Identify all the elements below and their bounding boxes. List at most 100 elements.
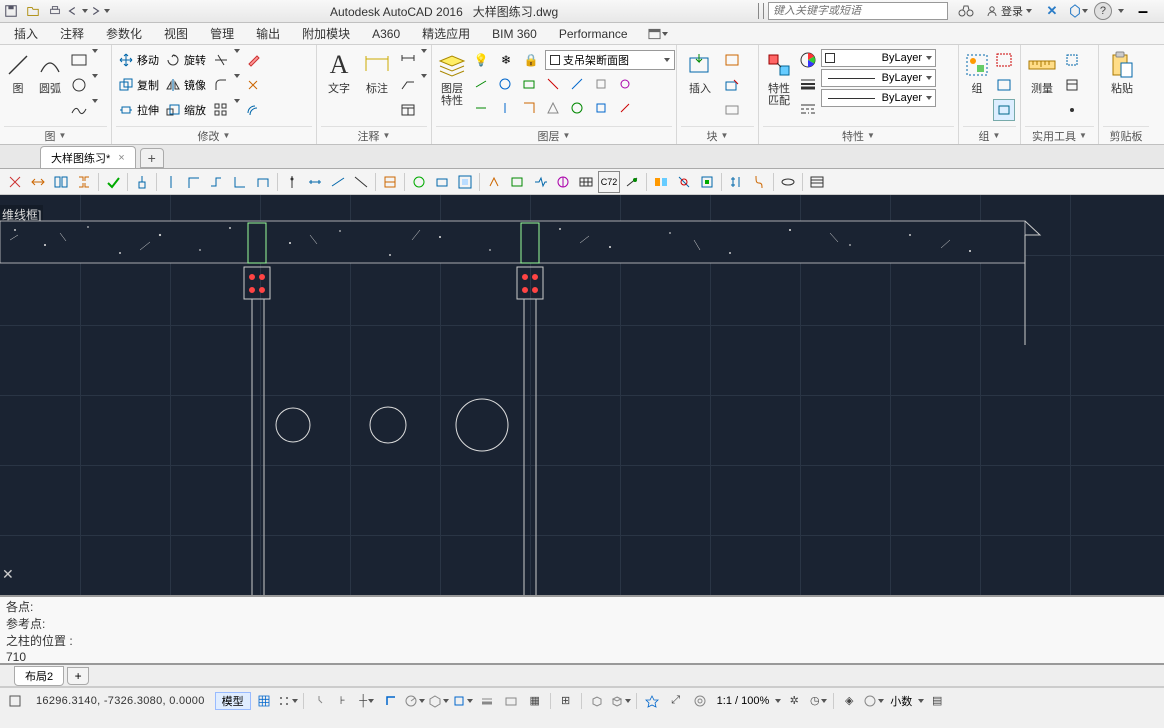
qat-redo-icon[interactable] xyxy=(88,1,110,21)
panel-block-expand[interactable]: 块▼ xyxy=(681,126,754,144)
layer-dropdown[interactable]: 支吊架断面图 xyxy=(545,50,675,70)
tb-icon-17[interactable] xyxy=(408,171,430,193)
ann-icon2[interactable]: ⤢ xyxy=(665,691,687,711)
layer-tool1-icon[interactable] xyxy=(470,73,492,95)
ribbon-min-icon[interactable] xyxy=(648,25,668,43)
color-wheel-icon[interactable] xyxy=(797,49,819,71)
tb-icon-25[interactable]: C72 xyxy=(598,171,620,193)
circle-icon[interactable] xyxy=(68,74,90,96)
ann-icon3[interactable] xyxy=(689,691,711,711)
panel-utils-expand[interactable]: 实用工具▼ xyxy=(1025,126,1094,144)
exchange-apps-icon[interactable] xyxy=(1068,2,1088,20)
3d-icon1[interactable] xyxy=(586,691,608,711)
snap-icon[interactable] xyxy=(308,691,330,711)
panel-modify-expand[interactable]: 修改▼ xyxy=(116,126,312,144)
tb-icon-29[interactable] xyxy=(696,171,718,193)
login-button[interactable]: 登录 xyxy=(982,3,1036,19)
command-window[interactable]: 各点: 参考点: 之柱的位置 : 710 xyxy=(0,595,1164,665)
menu-view[interactable]: 视图 xyxy=(154,23,198,44)
menu-output[interactable]: 输出 xyxy=(246,23,290,44)
dyn-icon[interactable]: ┼ xyxy=(356,691,378,711)
table-icon[interactable] xyxy=(397,99,419,121)
minimize-button[interactable]: – xyxy=(1130,1,1156,22)
color-select[interactable]: ByLayer xyxy=(821,49,936,67)
move-button[interactable]: 移动 xyxy=(116,49,161,71)
layer-tool3-icon[interactable] xyxy=(518,73,540,95)
layer-tool13-icon[interactable] xyxy=(590,97,612,119)
layer-tool14-icon[interactable] xyxy=(614,97,636,119)
menu-annotate[interactable]: 注释 xyxy=(50,23,94,44)
scale-button[interactable]: 缩放 xyxy=(163,99,208,121)
search-input[interactable] xyxy=(768,2,948,20)
tb-icon-18[interactable] xyxy=(431,171,453,193)
polar-icon[interactable] xyxy=(404,691,426,711)
stretch-button[interactable]: 拉伸 xyxy=(116,99,161,121)
tb-icon-31[interactable] xyxy=(748,171,770,193)
tb-icon-10[interactable] xyxy=(229,171,251,193)
explode-icon[interactable] xyxy=(242,74,264,96)
panel-draw-expand[interactable]: 图▼ xyxy=(4,126,107,144)
infer-icon[interactable]: ⊦ xyxy=(332,691,354,711)
tb-icon-5[interactable] xyxy=(102,171,124,193)
tb-icon-6[interactable] xyxy=(131,171,153,193)
sb-end-icon[interactable]: ▤ xyxy=(926,691,948,711)
panel-props-expand[interactable]: 特性▼ xyxy=(763,126,954,144)
close-tab-icon[interactable]: × xyxy=(118,152,124,164)
tb-icon-2[interactable] xyxy=(27,171,49,193)
select-icon[interactable] xyxy=(1061,49,1083,71)
sb-model-icon[interactable] xyxy=(4,691,26,711)
tb-icon-20[interactable] xyxy=(483,171,505,193)
menu-performance[interactable]: Performance xyxy=(549,25,638,43)
tb-icon-27[interactable] xyxy=(650,171,672,193)
tb-icon-11[interactable] xyxy=(252,171,274,193)
menu-a360[interactable]: A360 xyxy=(362,25,410,43)
line-button[interactable]: 图 xyxy=(4,49,32,95)
quickcalc-icon[interactable] xyxy=(1061,74,1083,96)
add-layout-button[interactable]: + xyxy=(67,667,89,685)
qat-undo-icon[interactable] xyxy=(66,1,88,21)
tb-icon-3[interactable] xyxy=(50,171,72,193)
tb-icon-26[interactable] xyxy=(621,171,643,193)
tb-icon-1[interactable] xyxy=(4,171,26,193)
gear-icon[interactable]: ✲ xyxy=(783,691,805,711)
perf-icon[interactable]: ◷ xyxy=(807,691,829,711)
layer-tool5-icon[interactable] xyxy=(566,73,588,95)
menu-addins[interactable]: 附加模块 xyxy=(292,23,360,44)
zoom-level[interactable]: 1:1 / 100% xyxy=(713,695,774,707)
leader-icon[interactable] xyxy=(397,74,419,96)
iso-view-icon[interactable]: ◈ xyxy=(838,691,860,711)
tb-icon-16[interactable] xyxy=(379,171,401,193)
tb-icon-32[interactable] xyxy=(777,171,799,193)
offset-icon[interactable] xyxy=(242,99,264,121)
tb-icon-28[interactable] xyxy=(673,171,695,193)
array-icon[interactable] xyxy=(210,99,232,121)
osnap-icon[interactable] xyxy=(452,691,474,711)
layer-tool8-icon[interactable] xyxy=(470,97,492,119)
menu-insert[interactable]: 插入 xyxy=(4,23,48,44)
panel-annotate-expand[interactable]: 注释▼ xyxy=(321,126,427,144)
mirror-button[interactable]: 镜像 xyxy=(163,74,208,96)
close-x-icon[interactable]: ✕ xyxy=(2,566,14,583)
layer-tool7-icon[interactable] xyxy=(614,73,636,95)
lineweight-icon[interactable] xyxy=(797,73,819,95)
exchange-x-icon[interactable]: ✕ xyxy=(1042,2,1062,20)
tb-icon-23[interactable] xyxy=(552,171,574,193)
menu-manage[interactable]: 管理 xyxy=(200,23,244,44)
rotate-button[interactable]: 旋转 xyxy=(163,49,208,71)
trim-icon[interactable] xyxy=(210,49,232,71)
paste-button[interactable]: 粘贴 xyxy=(1103,49,1141,95)
layer-bulb-icon[interactable]: 💡 xyxy=(470,49,492,71)
tb-icon-30[interactable] xyxy=(725,171,747,193)
3d-icon2[interactable] xyxy=(610,691,632,711)
measure-button[interactable]: 测量 xyxy=(1025,49,1059,95)
layer-tool6-icon[interactable] xyxy=(590,73,612,95)
qat-save-icon[interactable] xyxy=(0,1,22,21)
tb-icon-15[interactable] xyxy=(350,171,372,193)
tb-icon-19[interactable] xyxy=(454,171,476,193)
qp-icon[interactable]: ▦ xyxy=(524,691,546,711)
menu-bim360[interactable]: BIM 360 xyxy=(482,25,547,43)
arc-button[interactable]: 圆弧 xyxy=(34,49,66,95)
linear-dim-icon[interactable] xyxy=(397,49,419,71)
panel-layer-expand[interactable]: 图层▼ xyxy=(436,126,672,144)
layer-tool4-icon[interactable] xyxy=(542,73,564,95)
